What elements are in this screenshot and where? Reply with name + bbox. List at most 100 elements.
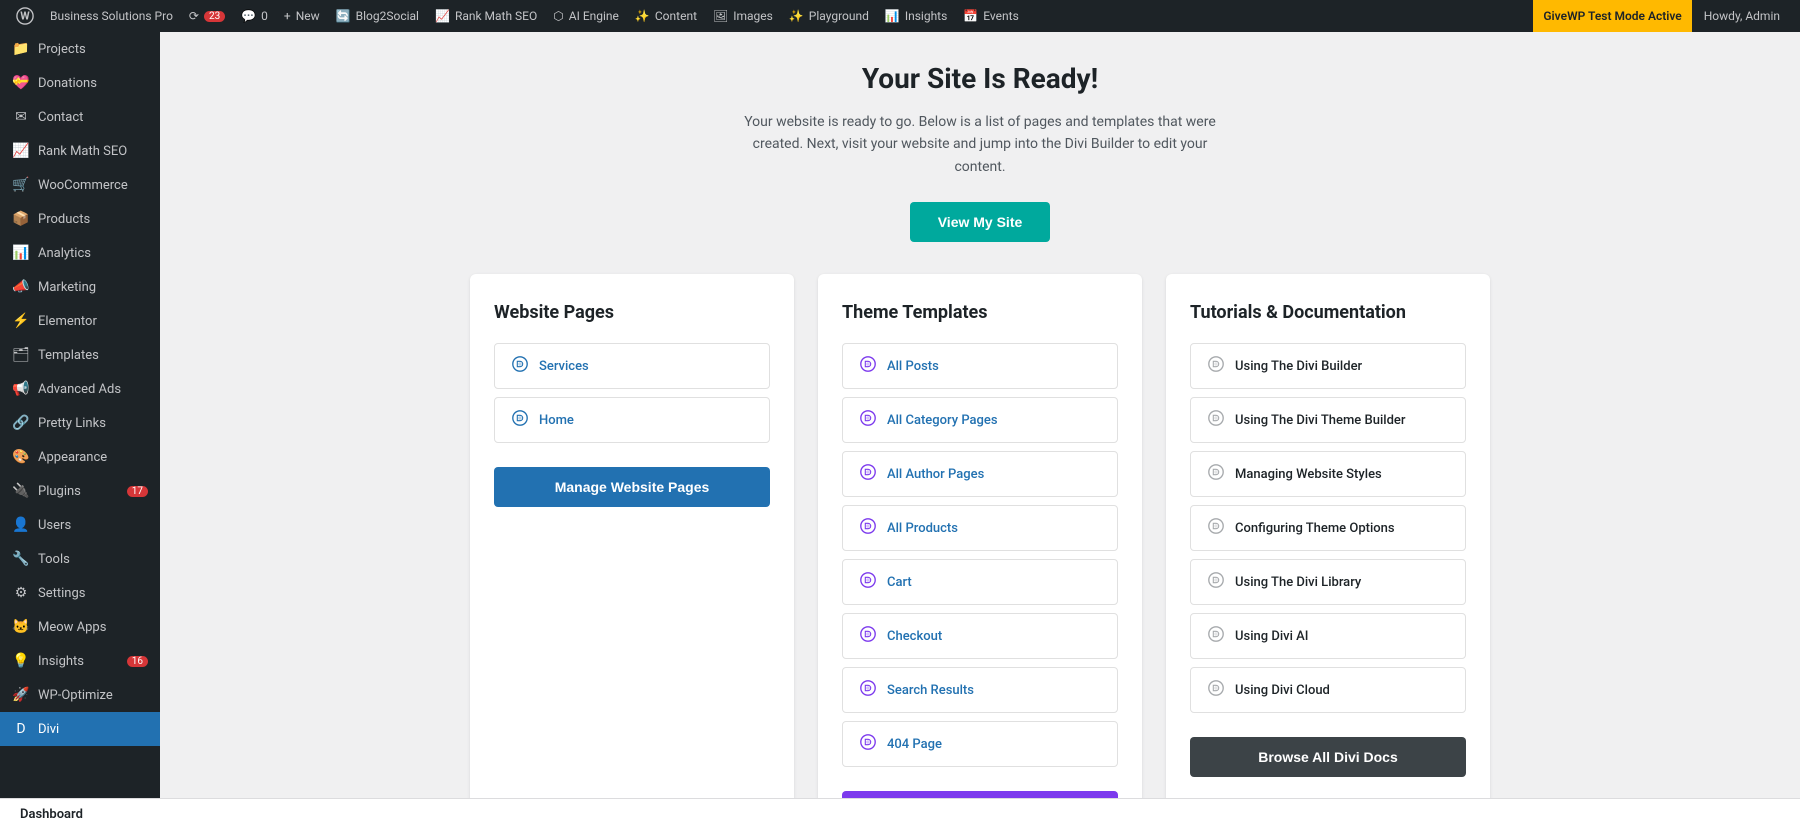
sidebar-item-projects[interactable]: 📁Projects (0, 32, 160, 66)
marketing-icon: 📣 (12, 278, 30, 296)
view-site-button[interactable]: View My Site (910, 202, 1051, 242)
theme-template-item[interactable]: All Products (842, 505, 1118, 551)
sidebar-item-appearance[interactable]: 🎨Appearance (0, 440, 160, 474)
updates-badge: 23 (204, 11, 225, 22)
main-content: Your Site Is Ready! Your website is read… (160, 32, 1800, 798)
template-label: All Author Pages (887, 467, 984, 482)
howdy-item[interactable]: Howdy, Admin (1692, 0, 1792, 32)
browse-divi-docs-button[interactable]: Browse All Divi Docs (1190, 737, 1466, 777)
manage-website-pages-button[interactable]: Manage Website Pages (494, 467, 770, 507)
sidebar-item-label-products: Products (38, 212, 90, 227)
adminbar-right: GiveWP Test Mode Active Howdy, Admin (1533, 0, 1792, 32)
sidebar-item-label-divi: Divi (38, 722, 59, 737)
ai-engine-item[interactable]: ⬡ AI Engine (545, 0, 627, 32)
tutorial-label: Configuring Theme Options (1235, 521, 1395, 536)
sidebar-item-woocommerce[interactable]: 🛒WooCommerce (0, 168, 160, 202)
theme-templates-card: Theme Templates All Posts All Category P… (818, 274, 1142, 798)
plus-icon: + (284, 9, 291, 23)
sidebar-item-templates[interactable]: 🗂Templates (0, 338, 160, 372)
sidebar-item-users[interactable]: 👤Users (0, 508, 160, 542)
theme-template-item[interactable]: All Posts (842, 343, 1118, 389)
sidebar-item-label-projects: Projects (38, 42, 86, 57)
blog2social-item[interactable]: 🔄 Blog2Social (328, 0, 427, 32)
template-icon (859, 625, 877, 647)
sidebar-item-rank-math-seo[interactable]: 📈Rank Math SEO (0, 134, 160, 168)
updates-item[interactable]: ⟳ 23 (181, 0, 233, 32)
events-item[interactable]: 📅 Events (955, 0, 1026, 32)
theme-template-item[interactable]: 404 Page (842, 721, 1118, 767)
plugins-badge: 17 (127, 486, 148, 497)
content-item[interactable]: ✨ Content (627, 0, 705, 32)
theme-template-item[interactable]: All Category Pages (842, 397, 1118, 443)
tutorial-label: Using The Divi Builder (1235, 359, 1362, 374)
sidebar-item-plugins[interactable]: 🔌Plugins17 (0, 474, 160, 508)
template-label: 404 Page (887, 737, 942, 752)
rank-math-item[interactable]: 📈 Rank Math SEO (427, 0, 545, 32)
template-icon (859, 463, 877, 485)
tutorial-item[interactable]: Managing Website Styles (1190, 451, 1466, 497)
cards-row: Website Pages Services Home Manage Websi… (470, 274, 1490, 798)
sidebar-item-label-pretty-links: Pretty Links (38, 416, 106, 431)
sidebar-item-tools[interactable]: 🔧Tools (0, 542, 160, 576)
page-subtitle: Your website is ready to go. Below is a … (730, 111, 1230, 178)
website-page-item[interactable]: Home (494, 397, 770, 443)
sidebar-item-pretty-links[interactable]: 🔗Pretty Links (0, 406, 160, 440)
playground-icon: ✨ (789, 9, 804, 23)
tutorials-list: Using The Divi Builder Using The Divi Th… (1190, 343, 1466, 713)
new-item[interactable]: + New (276, 0, 328, 32)
tutorial-item[interactable]: Configuring Theme Options (1190, 505, 1466, 551)
tutorial-label: Managing Website Styles (1235, 467, 1382, 482)
tools-icon: 🔧 (12, 550, 30, 568)
tutorial-item[interactable]: Using The Divi Builder (1190, 343, 1466, 389)
template-icon (859, 355, 877, 377)
wp-logo-item[interactable]: W (8, 0, 42, 32)
insights-item[interactable]: 📊 Insights (877, 0, 955, 32)
template-label: Checkout (887, 629, 942, 644)
tutorial-icon (1207, 355, 1225, 377)
sidebar-item-wp-optimize[interactable]: 🚀WP-Optimize (0, 678, 160, 712)
tutorial-item[interactable]: Using The Divi Theme Builder (1190, 397, 1466, 443)
template-icon (859, 679, 877, 701)
sidebar-item-label-woocommerce: WooCommerce (38, 178, 128, 193)
sidebar-item-advanced-ads[interactable]: 📢Advanced Ads (0, 372, 160, 406)
sidebar-item-products[interactable]: 📦Products (0, 202, 160, 236)
playground-item[interactable]: ✨ Playground (781, 0, 877, 32)
sidebar-item-meow-apps[interactable]: 🐱Meow Apps (0, 610, 160, 644)
sidebar-item-label-rank-math-seo: Rank Math SEO (38, 144, 127, 159)
givewp-badge[interactable]: GiveWP Test Mode Active (1533, 0, 1691, 32)
content-area: Your Site Is Ready! Your website is read… (430, 32, 1530, 798)
comments-count: 0 (261, 9, 268, 23)
bottom-bar-label: Dashboard (20, 807, 83, 822)
tutorial-item[interactable]: Using Divi Cloud (1190, 667, 1466, 713)
sidebar-item-contact[interactable]: ✉Contact (0, 100, 160, 134)
site-name-item[interactable]: Business Solutions Pro (42, 0, 181, 32)
sidebar-item-insights[interactable]: 💡Insights16 (0, 644, 160, 678)
template-icon (859, 571, 877, 593)
theme-template-item[interactable]: Checkout (842, 613, 1118, 659)
sidebar-item-divi[interactable]: D Divi (0, 712, 160, 746)
website-pages-list: Services Home (494, 343, 770, 443)
sidebar-item-marketing[interactable]: 📣Marketing (0, 270, 160, 304)
tutorial-icon (1207, 571, 1225, 593)
sidebar-item-settings[interactable]: ⚙Settings (0, 576, 160, 610)
tutorial-item[interactable]: Using The Divi Library (1190, 559, 1466, 605)
theme-template-item[interactable]: Cart (842, 559, 1118, 605)
main-layout: 📁Projects💝Donations✉Contact📈Rank Math SE… (0, 32, 1800, 798)
tutorial-item[interactable]: Using Divi AI (1190, 613, 1466, 659)
page-label: Home (539, 413, 574, 428)
sidebar-item-donations[interactable]: 💝Donations (0, 66, 160, 100)
website-page-item[interactable]: Services (494, 343, 770, 389)
sidebar-item-label-elementor: Elementor (38, 314, 97, 329)
sidebar-item-analytics[interactable]: 📊Analytics (0, 236, 160, 270)
theme-templates-list: All Posts All Category Pages All Author … (842, 343, 1118, 767)
comments-item[interactable]: 💬 0 (233, 0, 276, 32)
sidebar-item-elementor[interactable]: ⚡Elementor (0, 304, 160, 338)
images-item[interactable]: 🖼 Images (705, 0, 781, 32)
sidebar-item-label-donations: Donations (38, 76, 97, 91)
theme-template-item[interactable]: Search Results (842, 667, 1118, 713)
theme-template-item[interactable]: All Author Pages (842, 451, 1118, 497)
manage-theme-templates-button[interactable]: Manage Theme Templates (842, 791, 1118, 798)
divi-icon: D (12, 720, 30, 738)
template-icon (859, 517, 877, 539)
template-label: All Products (887, 521, 958, 536)
